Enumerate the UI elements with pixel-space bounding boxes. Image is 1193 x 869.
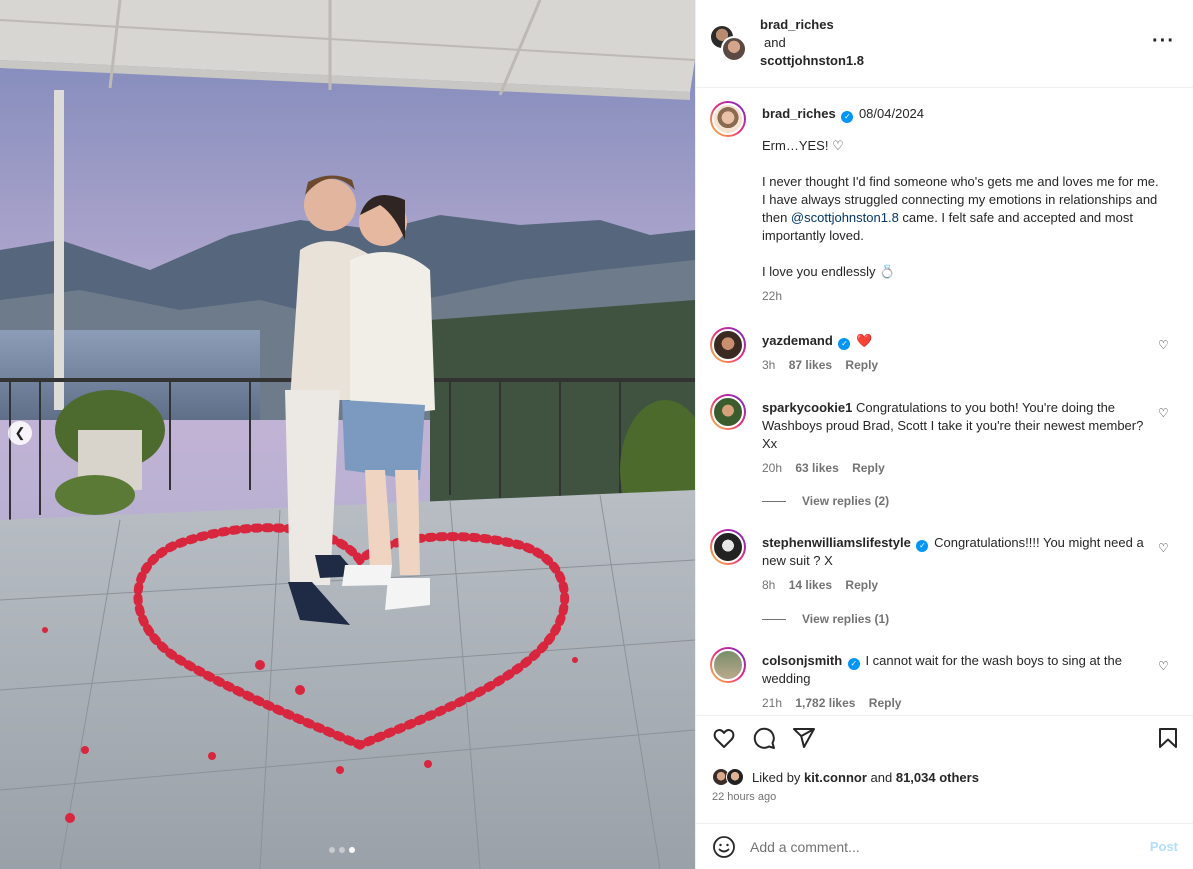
view-replies-label: View replies (1) (802, 612, 890, 626)
reply-button[interactable]: Reply (845, 358, 878, 372)
post-side-panel: brad_riches and scottjohnston1.8 ··· bra… (695, 0, 1193, 869)
view-replies-button[interactable]: View replies (1) (762, 612, 889, 626)
post-comment-button[interactable]: Post (1150, 839, 1178, 854)
share-send-icon[interactable] (792, 726, 816, 750)
divider (762, 500, 786, 502)
reply-button[interactable]: Reply (869, 696, 902, 710)
comment-item: colsonjsmith ✓ I cannot wait for the was… (710, 647, 1180, 712)
collab-avatars[interactable] (711, 26, 747, 62)
collaborator-username-1[interactable]: brad_riches (760, 17, 834, 32)
comment-text: ❤️ (856, 333, 873, 348)
liked-by-and: and (870, 769, 893, 785)
comment-meta: 21h 1,782 likes Reply (762, 694, 1162, 712)
comments-list[interactable]: brad_riches ✓ 08/04/2024 Erm…YES! ♡ I ne… (696, 88, 1193, 715)
verified-badge-icon: ✓ (841, 111, 854, 123)
avatar (721, 36, 747, 62)
carousel-dot (339, 847, 345, 853)
save-bookmark-icon[interactable] (1156, 726, 1180, 750)
carousel-indicator (329, 847, 355, 853)
comment-username[interactable]: yazdemand (762, 333, 833, 348)
more-options-button[interactable]: ··· (1152, 30, 1175, 53)
comment-likes[interactable]: 14 likes (789, 578, 832, 592)
comment-time: 20h (762, 461, 783, 475)
comment-input[interactable] (750, 838, 1110, 855)
carousel-dot (329, 847, 335, 853)
liked-by[interactable]: Liked by kit.connor and 81,034 others (712, 768, 979, 786)
like-comment-heart-icon[interactable]: ♡ (1158, 541, 1170, 555)
comment-username[interactable]: colsonjsmith (762, 653, 842, 668)
verified-badge-icon: ✓ (847, 658, 860, 670)
avatar[interactable] (710, 327, 746, 363)
caption-line-1: Erm…YES! ♡ (762, 138, 844, 153)
comment-icon[interactable] (752, 726, 776, 750)
like-comment-heart-icon[interactable]: ♡ (1158, 659, 1170, 673)
avatar[interactable] (710, 101, 746, 137)
comment-username[interactable]: stephenwilliamslifestyle (762, 535, 911, 550)
comment-meta: 8h 14 likes Reply (762, 576, 1162, 594)
comment-username[interactable]: sparkycookie1 (762, 400, 852, 415)
comment-item: sparkycookie1 Congratulations to you bot… (710, 394, 1180, 477)
caption-paragraph: I never thought I'd find someone who's g… (762, 173, 1162, 245)
divider (762, 618, 786, 620)
like-heart-icon[interactable] (712, 726, 736, 750)
comment-item: yazdemand ✓ ❤️ 3h 87 likes Reply ♡ (710, 327, 1180, 374)
avatar[interactable] (710, 647, 746, 683)
caption-username[interactable]: brad_riches (762, 106, 836, 121)
comment-meta: 20h 63 likes Reply (762, 459, 1162, 477)
view-replies-label: View replies (2) (802, 494, 890, 508)
comment-time: 8h (762, 578, 776, 592)
comment-time: 21h (762, 696, 783, 710)
avatar[interactable] (710, 394, 746, 430)
view-replies-button[interactable]: View replies (2) (762, 494, 889, 508)
like-comment-heart-icon[interactable]: ♡ (1158, 338, 1170, 352)
liked-by-count[interactable]: 81,034 others (896, 770, 979, 785)
post-timestamp: 22 hours ago (712, 791, 777, 803)
more-horizontal-icon: ··· (1152, 30, 1175, 52)
comment-meta: 3h 87 likes Reply (762, 356, 1162, 374)
verified-badge-icon: ✓ (916, 540, 929, 552)
carousel-dot-active (349, 847, 355, 853)
carousel-prev-button[interactable]: ❮ (8, 421, 32, 445)
caption-meta: 22h (762, 287, 1162, 305)
collaborator-and-label: and (764, 35, 786, 50)
like-comment-heart-icon[interactable]: ♡ (1158, 406, 1170, 420)
comment-time: 3h (762, 358, 776, 372)
post-photo: ❮ (0, 0, 695, 869)
verified-badge-icon: ✓ (838, 338, 851, 350)
comment-composer: Post (696, 823, 1193, 869)
reply-button[interactable]: Reply (845, 578, 878, 592)
chevron-left-icon: ❮ (14, 425, 26, 440)
photo-scene (0, 0, 695, 869)
liked-by-user[interactable]: kit.connor (804, 770, 867, 785)
comment-likes[interactable]: 87 likes (789, 358, 832, 372)
comment-likes[interactable]: 1,782 likes (795, 696, 855, 710)
caption: brad_riches ✓ 08/04/2024 Erm…YES! ♡ I ne… (710, 101, 1180, 305)
emoji-icon[interactable] (712, 835, 736, 859)
avatar[interactable] (710, 529, 746, 565)
caption-time: 22h (762, 289, 783, 303)
collaborator-username-2[interactable]: scottjohnston1.8 (760, 53, 864, 68)
reply-button[interactable]: Reply (852, 461, 885, 475)
collaborators: brad_riches and scottjohnston1.8 (760, 16, 864, 70)
liked-by-avatars (712, 768, 750, 786)
post-header: brad_riches and scottjohnston1.8 ··· (696, 0, 1193, 88)
caption-date: 08/04/2024 (858, 106, 925, 121)
caption-line-3: I love you endlessly 💍 (762, 264, 896, 279)
mention-link[interactable]: @scottjohnston1.8 (791, 210, 899, 225)
post-actions: Liked by kit.connor and 81,034 others 22… (696, 715, 1193, 823)
comment-likes[interactable]: 63 likes (795, 461, 838, 475)
avatar (726, 768, 744, 786)
comment-item: stephenwilliamslifestyle ✓ Congratulatio… (710, 529, 1180, 594)
liked-by-prefix: Liked by (752, 769, 801, 785)
